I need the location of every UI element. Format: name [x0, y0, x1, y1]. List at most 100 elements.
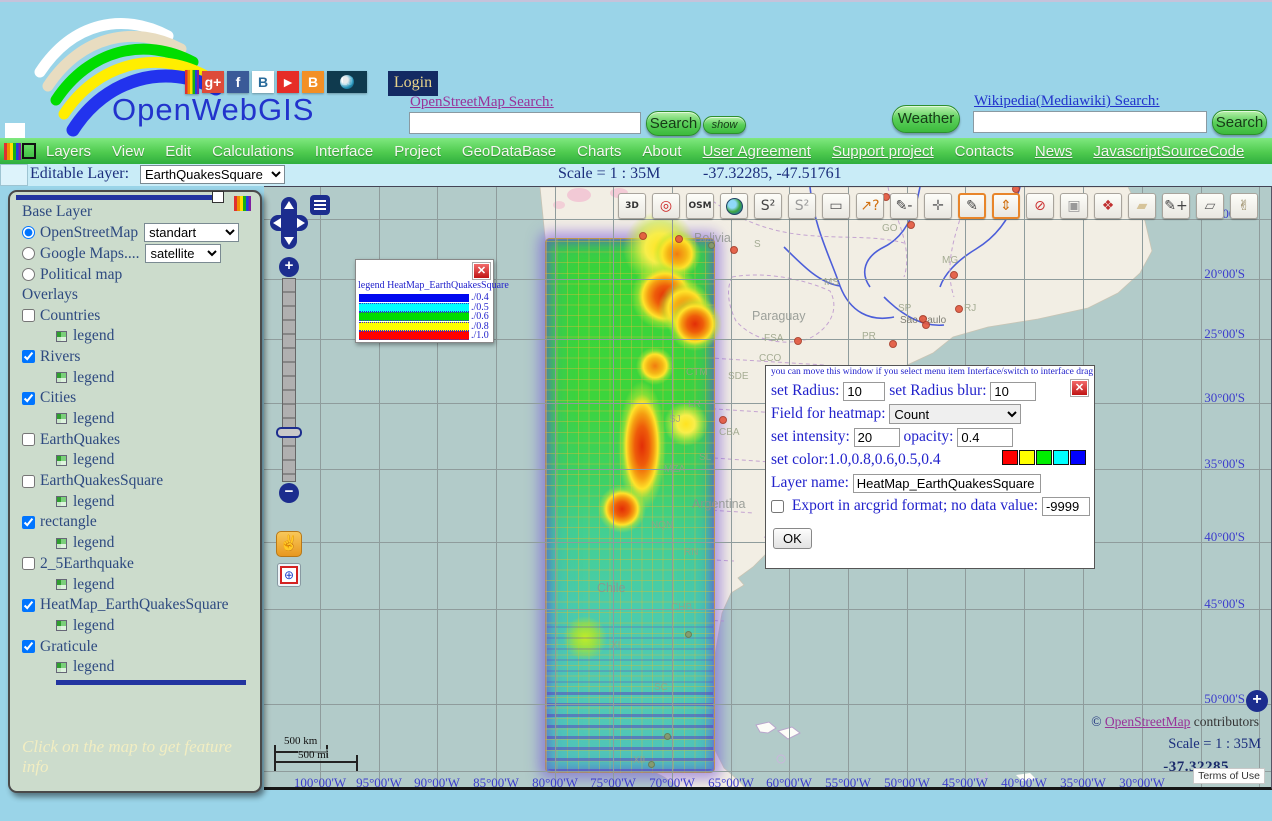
zoom-slider[interactable] [282, 278, 296, 482]
intensity-input[interactable] [853, 428, 900, 448]
polygon-icon[interactable]: ▰ [1128, 193, 1156, 219]
menu-item-news[interactable]: News [1035, 143, 1073, 160]
show-button[interactable]: show [703, 116, 746, 134]
legend-link-earthquakes[interactable]: legend [22, 450, 260, 470]
menu-item-project[interactable]: Project [394, 143, 441, 160]
move-feature-icon[interactable]: ✛ [924, 193, 952, 219]
polygon-nodes-icon[interactable]: ▱ [1196, 193, 1224, 219]
zoom-box-button[interactable]: ⊕ [277, 563, 301, 587]
base-layer-radio-political-map[interactable] [22, 268, 35, 281]
menu-item-contacts[interactable]: Contacts [955, 143, 1014, 160]
menu-item-interface[interactable]: Interface [315, 143, 373, 160]
menu-item-view[interactable]: View [112, 143, 144, 160]
overlay-checkbox-graticule[interactable] [22, 640, 35, 654]
zoom-out-button[interactable]: − [279, 483, 299, 503]
legend-link-2-5earthquake[interactable]: legend [22, 574, 260, 594]
legend-link-cities[interactable]: legend [22, 409, 260, 429]
osm-search-link[interactable]: OpenStreetMap Search: [410, 94, 554, 111]
wiki-search-button[interactable]: Search [1212, 110, 1267, 135]
menu-item-edit[interactable]: Edit [165, 143, 191, 160]
measure-area-s1-icon[interactable]: S² [754, 193, 782, 219]
pan-up-arrow-icon[interactable] [284, 201, 294, 209]
osm-search-button[interactable]: Search [646, 111, 701, 136]
draw-edit-icon[interactable]: ✎ [958, 193, 986, 219]
google-plus-icon[interactable]: g+ [202, 71, 224, 93]
menu-item-layers[interactable]: Layers [46, 143, 91, 160]
close-icon[interactable]: ✕ [1070, 379, 1089, 397]
login-button[interactable]: Login [388, 71, 438, 96]
legend-link-rivers[interactable]: legend [22, 367, 260, 387]
overlay-checkbox-earthquakessquare[interactable] [22, 474, 35, 488]
radius-blur-input[interactable] [990, 381, 1037, 401]
color-swatch[interactable] [1036, 450, 1052, 465]
base-layer-radio-openstreetmap[interactable] [22, 226, 35, 239]
legend-link-rectangle[interactable]: legend [22, 533, 260, 553]
opacity-input[interactable] [957, 428, 1014, 448]
rainbow-icon[interactable] [185, 70, 199, 94]
overlay-checkbox-earthquakes[interactable] [22, 433, 35, 447]
wiki-search-link[interactable]: Wikipedia(Mediawiki) Search: [974, 93, 1160, 110]
geolocate-icon[interactable]: ◎ [652, 193, 680, 219]
vk-icon[interactable]: B [252, 71, 274, 93]
livejournal-icon[interactable]: LJ [327, 71, 367, 93]
expand-plus-button[interactable]: + [1246, 690, 1268, 712]
zoom-in-button[interactable]: + [279, 257, 299, 277]
weather-button[interactable]: Weather [892, 105, 960, 133]
overlay-checkbox-rectangle[interactable] [22, 515, 35, 529]
standart-select[interactable]: standart [144, 223, 240, 242]
close-icon[interactable]: ✕ [472, 262, 491, 280]
overlay-checkbox-rivers[interactable] [22, 350, 35, 364]
layer-list-icon[interactable] [310, 195, 330, 215]
osm-layer-icon[interactable]: OSM [686, 193, 714, 219]
pan-left-arrow-icon[interactable] [273, 218, 281, 228]
legend-link-earthquakessquare[interactable]: legend [22, 492, 260, 512]
facebook-icon[interactable]: f [227, 71, 249, 93]
no-draw-icon[interactable]: ⊘ [1026, 193, 1054, 219]
color-swatch[interactable] [1053, 450, 1069, 465]
move-vertex-icon[interactable]: ⇕ [992, 193, 1020, 219]
menu-item-charts[interactable]: Charts [577, 143, 621, 160]
topology-icon[interactable]: ❖ [1094, 193, 1122, 219]
menu-item-calculations[interactable]: Calculations [212, 143, 294, 160]
measure-area-s2-icon[interactable]: S² [788, 193, 816, 219]
layer-name-input[interactable] [852, 474, 1041, 494]
draw-remove-icon[interactable]: ✎- [890, 193, 918, 219]
globe-icon[interactable] [720, 193, 748, 219]
wiki-search-input[interactable] [973, 111, 1207, 133]
editable-layer-select[interactable]: EarthQuakesSquare [140, 165, 285, 184]
color-swatch[interactable] [1002, 450, 1018, 465]
map-viewport[interactable]: Bolivia Paraguay Argentina Chile Sao Paulo S G… [264, 186, 1272, 790]
nodata-input[interactable] [1041, 497, 1090, 517]
pan-hand-icon[interactable]: ✌ [1230, 193, 1258, 219]
measure-path-icon[interactable]: ↗? [856, 193, 884, 219]
legend-link-countries[interactable]: legend [22, 326, 260, 346]
ok-button[interactable]: OK [773, 528, 812, 550]
legend-link-heatmap-earthquakessquare[interactable]: legend [22, 616, 260, 636]
osm-attribution-link[interactable]: OpenStreetMap [1105, 714, 1190, 729]
draw-add-icon[interactable]: ✎+ [1162, 193, 1190, 219]
base-layer-radio-google-maps[interactable] [22, 247, 35, 260]
pan-hand-button[interactable]: ✌ [276, 531, 302, 557]
satellite-select[interactable]: satellite [145, 244, 222, 263]
radius-input[interactable] [843, 381, 886, 401]
ruler-icon[interactable]: ▭ [822, 193, 850, 219]
view-3d-icon[interactable]: 3D [618, 193, 646, 219]
pan-right-arrow-icon[interactable] [297, 218, 305, 228]
menu-item-geodatabase[interactable]: GeoDataBase [462, 143, 556, 160]
blogger-icon[interactable]: B [302, 71, 324, 93]
menu-item-javascriptsourcecode[interactable]: JavascriptSourceCode [1093, 143, 1244, 160]
overlay-checkbox-2-5earthquake[interactable] [22, 557, 35, 571]
menu-item-about[interactable]: About [642, 143, 681, 160]
overlay-checkbox-cities[interactable] [22, 391, 35, 405]
menu-item-user-agreement[interactable]: User Agreement [703, 143, 811, 160]
color-swatch[interactable] [1070, 450, 1086, 465]
sidebar-drag-bar[interactable] [16, 195, 212, 200]
export-arcgrid-checkbox[interactable] [771, 500, 784, 514]
pan-down-arrow-icon[interactable] [284, 237, 294, 245]
menu-item-support-project[interactable]: Support project [832, 143, 934, 160]
color-swatch[interactable] [1019, 450, 1035, 465]
field-select[interactable]: Count [889, 404, 1022, 425]
save-icon[interactable]: ▣ [1060, 193, 1088, 219]
overlay-checkbox-countries[interactable] [22, 309, 35, 322]
legend-link-graticule[interactable]: legend [22, 657, 260, 677]
